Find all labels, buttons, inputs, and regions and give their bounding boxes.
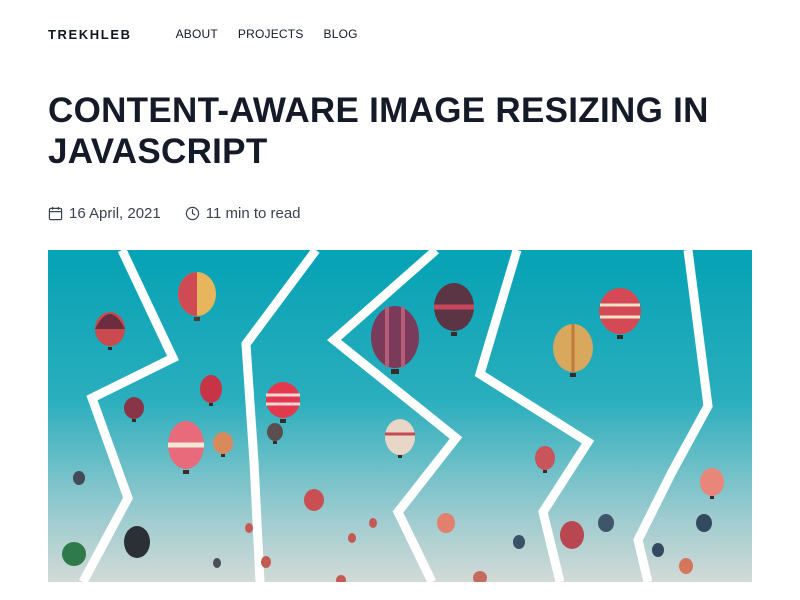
site-header: TREKHLEB ABOUT PROJECTS BLOG — [48, 24, 378, 44]
nav-link-about[interactable]: ABOUT — [176, 27, 218, 41]
hero-image — [48, 250, 752, 582]
clock-icon — [185, 206, 199, 221]
calendar-icon — [48, 206, 63, 221]
article-meta: 16 April, 2021 11 min to read — [48, 205, 325, 222]
page: TREKHLEB ABOUT PROJECTS BLOG CONTENT-AWA… — [0, 0, 800, 600]
main-nav: ABOUT PROJECTS BLOG — [176, 27, 378, 41]
brand-logo[interactable]: TREKHLEB — [48, 27, 132, 42]
hot-air-balloons-image — [48, 250, 752, 582]
read-time: 11 min to read — [185, 205, 301, 222]
nav-link-projects[interactable]: PROJECTS — [238, 27, 304, 41]
nav-link-blog[interactable]: BLOG — [324, 27, 358, 41]
article-title: CONTENT-AWARE IMAGE RESIZING IN JAVASCRI… — [48, 91, 709, 171]
publish-date: 16 April, 2021 — [48, 205, 161, 222]
publish-date-text: 16 April, 2021 — [69, 205, 161, 222]
read-time-text: 11 min to read — [205, 205, 301, 222]
